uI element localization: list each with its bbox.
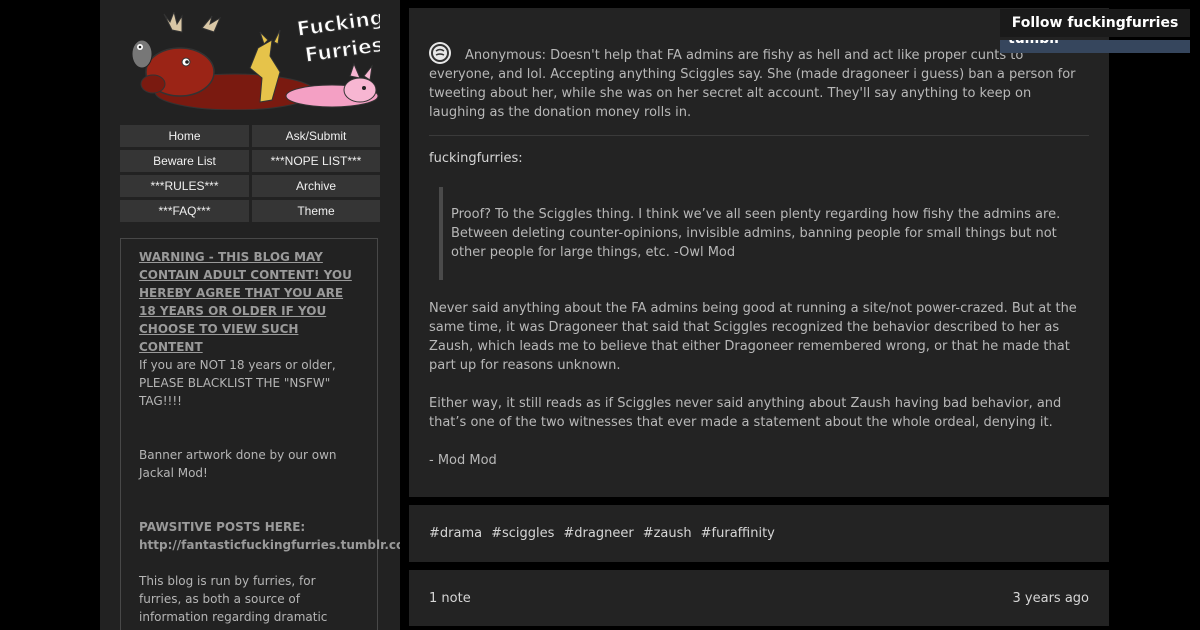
tag-dragneer[interactable]: #dragneer bbox=[563, 526, 633, 541]
answerer-colon: : bbox=[518, 151, 523, 166]
banner-credit: Banner artwork done by our own Jackal Mo… bbox=[139, 448, 337, 480]
blog-description: WARNING - THIS BLOG MAY CONTAIN ADULT CO… bbox=[120, 238, 400, 630]
post-footer: 1 note 3 years ago bbox=[409, 570, 1109, 626]
ask-block: Anonymous: Doesn't help that FA admins a… bbox=[429, 42, 1089, 122]
post-card: Anonymous: Doesn't help that FA admins a… bbox=[409, 8, 1109, 497]
answer-signoff: - Mod Mod bbox=[429, 453, 497, 468]
post-timestamp-link[interactable]: 3 years ago bbox=[1013, 591, 1089, 606]
tumblr-logo-text: tumblr bbox=[1008, 40, 1061, 47]
nav-archive-button[interactable]: Archive bbox=[252, 175, 380, 197]
nav-ask-submit-button[interactable]: Ask/Submit bbox=[252, 125, 380, 147]
about-text: This blog is run by furries, for furries… bbox=[139, 574, 328, 624]
adult-content-warning: WARNING - THIS BLOG MAY CONTAIN ADULT CO… bbox=[139, 250, 352, 354]
tag-furaffinity[interactable]: #furaffinity bbox=[701, 526, 775, 541]
nav-theme-button[interactable]: Theme bbox=[252, 200, 380, 222]
tag-drama[interactable]: #drama bbox=[429, 526, 482, 541]
answerer-link[interactable]: fuckingfurries bbox=[429, 151, 518, 166]
nav-beware-list-button[interactable]: Beware List bbox=[120, 150, 249, 172]
blog-nav: Home Ask/Submit Beware List ***NOPE LIST… bbox=[120, 125, 380, 222]
notes-count-link[interactable]: 1 note bbox=[429, 591, 471, 606]
post-divider bbox=[429, 135, 1089, 136]
tumblr-home-button[interactable]: tumblr bbox=[1000, 40, 1190, 53]
blog-banner[interactable]: Fucking Furries bbox=[120, 5, 386, 111]
nav-rules-button[interactable]: ***RULES*** bbox=[120, 175, 249, 197]
answer-paragraph-2: Either way, it still reads as if Sciggle… bbox=[429, 396, 1062, 430]
nsfw-blacklist-note: If you are NOT 18 years or older, PLEASE… bbox=[139, 358, 336, 408]
tag-zaush[interactable]: #zaush bbox=[643, 526, 692, 541]
nav-nope-list-button[interactable]: ***NOPE LIST*** bbox=[252, 150, 380, 172]
ask-text: Anonymous: Doesn't help that FA admins a… bbox=[429, 48, 1076, 120]
banner-artwork: Fucking Furries bbox=[131, 5, 386, 111]
follow-blog-button[interactable]: Follow fuckingfurries bbox=[1000, 9, 1190, 37]
tag-sciggles[interactable]: #sciggles bbox=[491, 526, 554, 541]
answer-paragraph-1: Never said anything about the FA admins … bbox=[429, 301, 1077, 373]
answerer-line: fuckingfurries: bbox=[429, 149, 1089, 168]
pawsitive-link[interactable]: http://fantasticfuckingfurries.tumblr.co… bbox=[139, 536, 400, 554]
post-tags: #drama #sciggles #dragneer #zaush #furaf… bbox=[409, 505, 1109, 562]
anonymous-avatar-icon bbox=[429, 42, 451, 64]
nav-home-button[interactable]: Home bbox=[120, 125, 249, 147]
quoted-answer: Proof? To the Sciggles thing. I think we… bbox=[439, 187, 1089, 280]
sidebar: Fucking Furries Home Ask/Submit Beware L… bbox=[100, 0, 400, 630]
quote-text: Proof? To the Sciggles thing. I think we… bbox=[451, 207, 1061, 260]
nav-faq-button[interactable]: ***FAQ*** bbox=[120, 200, 249, 222]
pawsitive-label: PAWSITIVE POSTS HERE: bbox=[139, 520, 306, 534]
